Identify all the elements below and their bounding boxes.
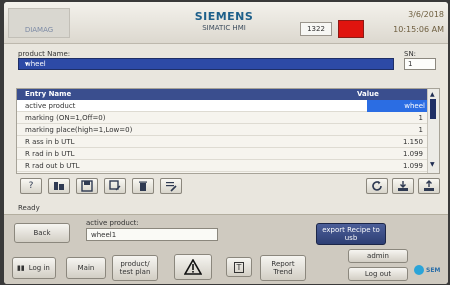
edit-button[interactable] xyxy=(160,178,182,194)
table-header: Entry Name Value xyxy=(17,89,429,100)
help-button[interactable]: ? xyxy=(20,178,42,194)
trash-icon xyxy=(139,181,147,191)
upload-icon xyxy=(424,180,434,191)
alarm-indicator[interactable] xyxy=(338,20,364,38)
status-text: Ready xyxy=(18,204,40,212)
hmi-bezel: DIAMAG SIEMENS SIMATIC HMI 1322 3/6/2018… xyxy=(0,0,450,285)
info-button[interactable]: T xyxy=(226,257,252,277)
sn-input[interactable]: 1 xyxy=(404,58,436,70)
column-header-entry-name: Entry Name xyxy=(25,90,72,98)
info-button-label: T xyxy=(233,261,245,273)
table-cell-name: R rad out b UTL xyxy=(25,162,80,170)
brand-title: SIEMENS xyxy=(194,10,254,23)
recipe-table: Entry Name Value active product wheel ma… xyxy=(16,88,440,174)
refresh-button[interactable] xyxy=(366,178,388,194)
table-row[interactable]: marking place(high=1,Low=0) 1 xyxy=(17,124,429,136)
table-cell-name: active product xyxy=(25,102,76,110)
log-in-label: Log in xyxy=(28,264,50,272)
product-name-dropdown[interactable]: wheel ▾ xyxy=(18,58,394,70)
save-icon xyxy=(81,180,93,192)
admin-button[interactable]: admin xyxy=(348,249,408,263)
refresh-icon xyxy=(372,181,382,191)
log-out-button[interactable]: Log out xyxy=(348,267,408,281)
table-cell-name: R ass in b UTL xyxy=(25,138,75,146)
table-cell-name: R rad in b UTL xyxy=(25,150,75,158)
main-button[interactable]: Main xyxy=(66,257,106,279)
table-row[interactable]: active product wheel xyxy=(17,100,429,112)
table-cell-value: 1.150 xyxy=(402,138,423,146)
upload-to-plc-button[interactable] xyxy=(418,178,440,194)
sn-label: SN: xyxy=(404,50,417,58)
hmi-screen: DIAMAG SIEMENS SIMATIC HMI 1322 3/6/2018… xyxy=(4,2,448,284)
company-logo-text: DIAMAG xyxy=(24,26,54,34)
table-cell-value: 1.099 xyxy=(402,150,423,158)
vendor-logo-text: SEM xyxy=(426,266,441,274)
table-cell-value: 1 xyxy=(418,126,423,134)
date-display: 3/6/2018 xyxy=(408,10,444,19)
warning-icon xyxy=(184,259,202,275)
vendor-logo: SEM xyxy=(414,263,442,277)
header-bar: DIAMAG SIEMENS SIMATIC HMI 1322 3/6/2018… xyxy=(4,2,448,44)
scroll-thumb[interactable] xyxy=(430,99,436,119)
table-row[interactable]: R rad out b UTL 1.099 xyxy=(17,160,429,172)
export-recipe-button[interactable]: export Recipe to usb xyxy=(316,223,386,245)
station-code: 1322 xyxy=(300,22,332,36)
edit-icon xyxy=(166,182,177,192)
company-logo: DIAMAG xyxy=(8,8,70,38)
brand-subtitle: SIMATIC HMI xyxy=(202,24,246,32)
scroll-down-icon[interactable]: ▼ xyxy=(430,161,435,168)
save-as-button[interactable] xyxy=(104,178,126,194)
delete-button[interactable] xyxy=(132,178,154,194)
table-cell-name: marking (ON=1,Off=0) xyxy=(25,114,106,122)
product-test-plan-button[interactable]: product/ test plan xyxy=(112,255,158,281)
table-cell-name: marking place(high=1,Low=0) xyxy=(25,126,133,134)
alarm-warning-button[interactable] xyxy=(174,254,212,280)
logo-circle-icon xyxy=(414,265,424,275)
key-icon: ▮▮ xyxy=(17,264,25,272)
question-icon: ? xyxy=(28,181,34,191)
scroll-up-icon[interactable]: ▲ xyxy=(430,91,435,98)
save-as-icon xyxy=(109,180,121,191)
column-header-value: Value xyxy=(357,90,379,98)
table-scrollbar[interactable]: ▲ ▼ xyxy=(427,89,439,173)
report-trend-button[interactable]: Report Trend xyxy=(260,255,306,281)
table-row[interactable]: R rad in b UTL 1.099 xyxy=(17,148,429,160)
recipe-list-icon xyxy=(54,182,64,190)
table-row[interactable]: R ass in b UTL 1.150 xyxy=(17,136,429,148)
back-button[interactable]: Back xyxy=(14,223,70,243)
download-from-plc-button[interactable] xyxy=(392,178,414,194)
selected-value-cell[interactable]: wheel xyxy=(367,100,429,112)
active-product-field: wheel1 xyxy=(86,228,218,241)
table-cell-value: 1.099 xyxy=(402,162,423,170)
save-button[interactable] xyxy=(76,178,98,194)
active-product-label: active product: xyxy=(86,219,139,227)
chevron-down-icon[interactable]: ▾ xyxy=(25,60,390,68)
time-display: 10:15:06 AM xyxy=(393,25,444,34)
table-cell-value: 1 xyxy=(418,114,423,122)
table-cell-value: wheel xyxy=(404,102,425,110)
recipe-list-button[interactable] xyxy=(48,178,70,194)
product-name-label: product Name: xyxy=(18,50,71,58)
bottom-panel: Back active product: wheel1 export Recip… xyxy=(4,214,448,284)
log-in-button[interactable]: ▮▮ Log in xyxy=(12,257,56,279)
table-row[interactable]: marking (ON=1,Off=0) 1 xyxy=(17,112,429,124)
download-icon xyxy=(398,181,408,191)
